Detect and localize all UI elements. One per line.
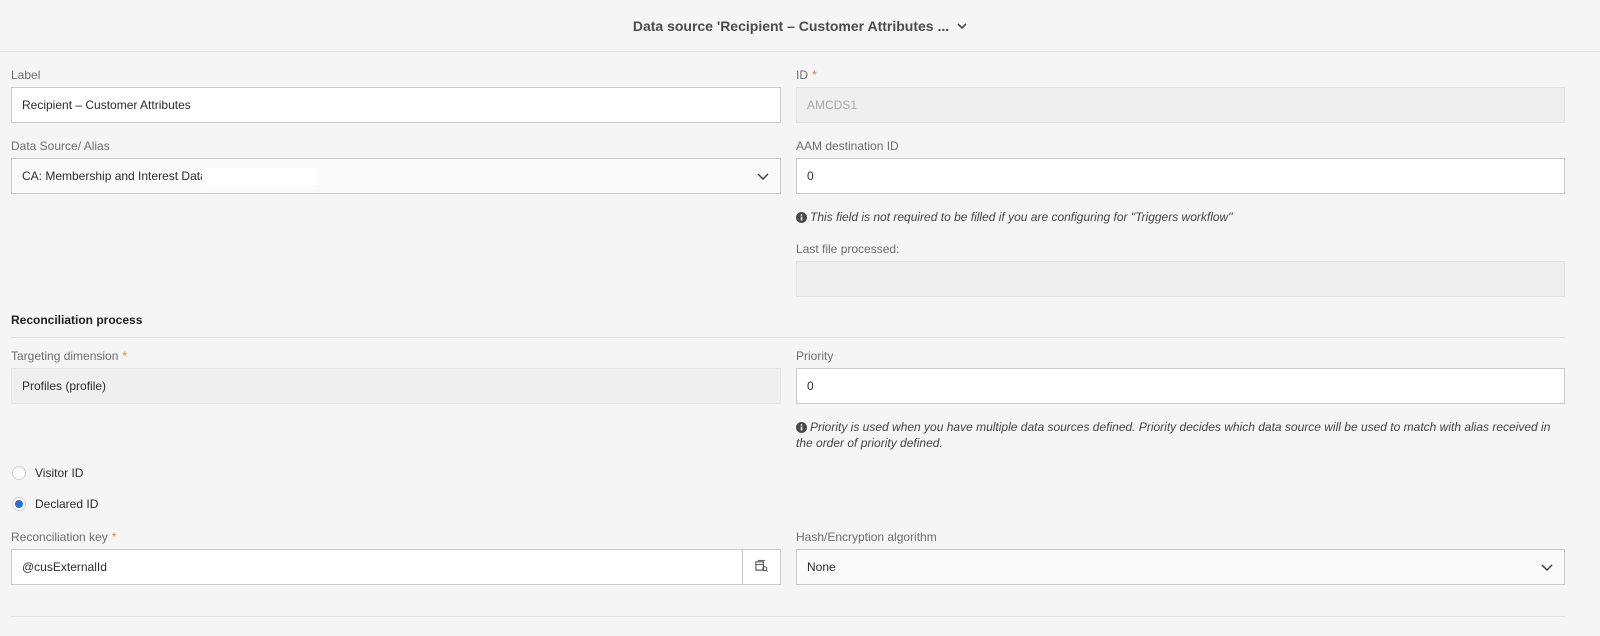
reconciliation-key-value: @cusExternalId	[22, 560, 107, 574]
data-source-alias-label: Data Source/ Alias	[11, 139, 110, 153]
hash-algorithm-value: None	[807, 560, 836, 574]
targeting-dimension-label: Targeting dimension *	[11, 349, 128, 363]
hash-algorithm-select[interactable]: None	[796, 549, 1565, 585]
section-divider	[11, 337, 1565, 338]
priority-value: 0	[807, 379, 814, 393]
radio-button[interactable]	[12, 497, 26, 511]
required-mark: *	[111, 530, 117, 544]
chevron-down-icon[interactable]	[957, 21, 967, 31]
bottom-divider	[11, 616, 1565, 617]
redaction-mask	[202, 168, 317, 185]
targeting-dimension-field: Profiles (profile)	[11, 368, 781, 404]
chevron-down-icon	[756, 169, 770, 183]
hash-algorithm-label: Hash/Encryption algorithm	[796, 530, 937, 544]
last-file-processed-field	[796, 261, 1565, 297]
reconciliation-key-label: Reconciliation key *	[11, 530, 117, 544]
data-source-alias-value: CA: Membership and Interest Data	[22, 169, 207, 183]
id-input: AMCDS1	[796, 87, 1565, 123]
page-title: Data source 'Recipient – Customer Attrib…	[632, 17, 950, 34]
info-icon	[796, 422, 807, 433]
targeting-dimension-value: Profiles (profile)	[22, 379, 107, 393]
aam-destination-id-label: AAM destination ID	[796, 139, 899, 153]
chevron-down-icon	[1540, 560, 1554, 574]
field-picker-icon	[755, 559, 768, 575]
required-mark: *	[122, 349, 128, 363]
field-picker-button[interactable]	[742, 550, 780, 584]
aam-destination-hint: This field is not required to be filled …	[796, 209, 1565, 225]
required-mark: *	[812, 68, 817, 82]
aam-destination-id-input[interactable]: 0	[796, 158, 1565, 194]
radio-label: Visitor ID	[35, 466, 84, 480]
radio-button[interactable]	[12, 466, 26, 480]
label-input[interactable]: Recipient – Customer Attributes	[11, 87, 781, 123]
section-title-reconciliation: Reconciliation process	[11, 313, 143, 327]
last-file-processed-label: Last file processed:	[796, 242, 900, 256]
priority-hint: Priority is used when you have multiple …	[796, 420, 1551, 450]
page-header: Data source 'Recipient – Customer Attrib…	[0, 0, 1600, 52]
label-input-value: Recipient – Customer Attributes	[22, 98, 191, 112]
radio-declared-id[interactable]: Declared ID	[12, 497, 98, 511]
data-source-alias-select[interactable]: CA: Membership and Interest Data	[11, 158, 781, 194]
radio-label: Declared ID	[35, 497, 99, 511]
id-field-label: ID *	[796, 68, 817, 82]
reconciliation-key-input[interactable]: @cusExternalId	[11, 549, 781, 585]
label-field-label: Label	[11, 68, 41, 82]
priority-input[interactable]: 0	[796, 368, 1565, 404]
aam-destination-id-value: 0	[807, 169, 814, 183]
info-icon	[796, 212, 807, 223]
priority-label: Priority	[796, 349, 834, 363]
id-input-value: AMCDS1	[807, 98, 858, 112]
radio-visitor-id[interactable]: Visitor ID	[12, 466, 83, 480]
